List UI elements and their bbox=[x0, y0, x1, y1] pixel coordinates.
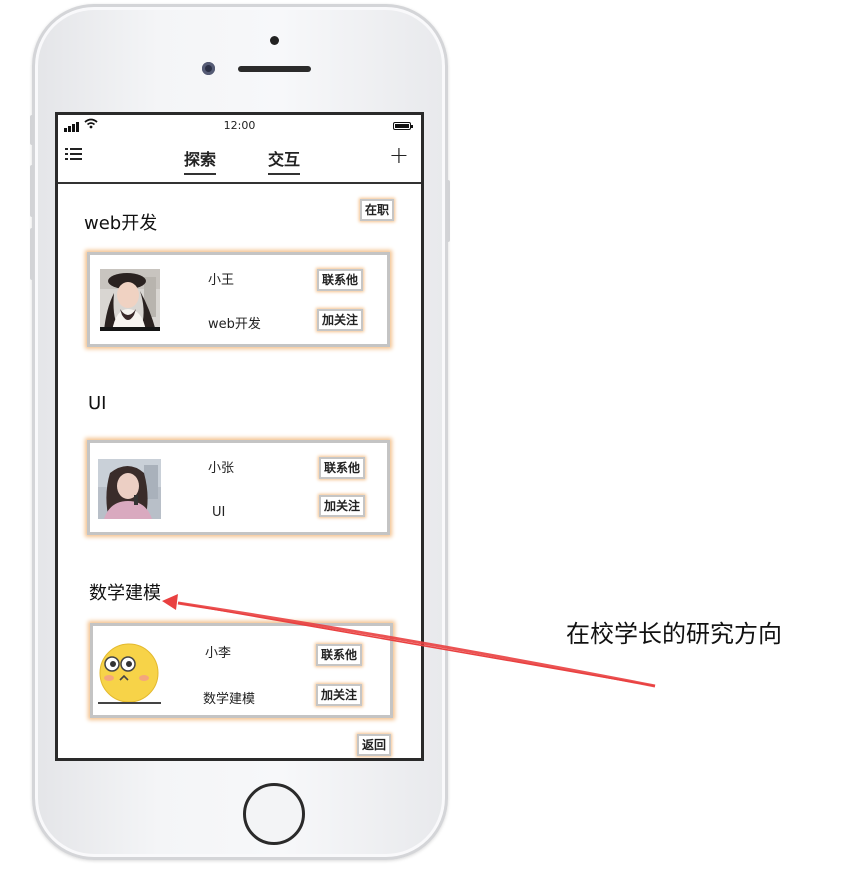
annotation-arrow bbox=[162, 594, 656, 688]
annotation-text: 在校学长的研究方向 bbox=[566, 620, 782, 648]
